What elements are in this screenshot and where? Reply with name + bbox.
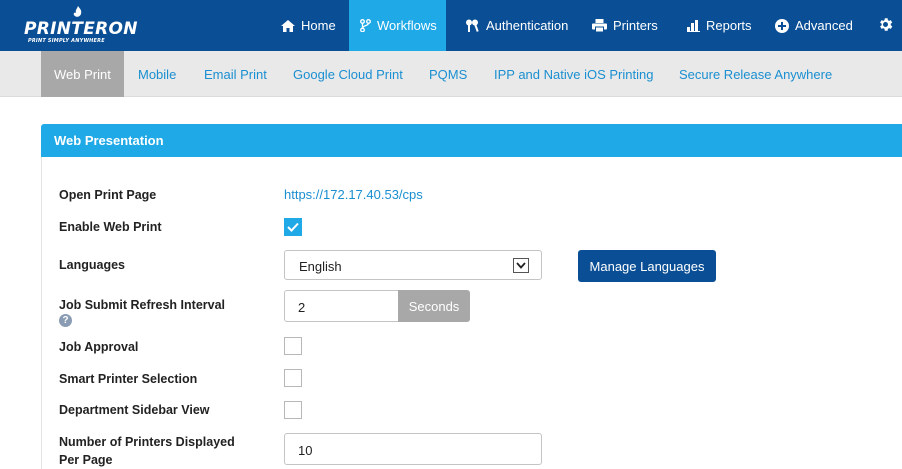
- languages-selected-value: English: [299, 259, 342, 274]
- nav-home-label: Home: [301, 18, 336, 33]
- languages-select[interactable]: English: [284, 250, 542, 280]
- job-approval-label: Job Approval: [59, 340, 139, 354]
- open-print-page-link[interactable]: https://172.17.40.53/cps: [284, 187, 423, 202]
- nav-workflows-label: Workflows: [377, 18, 437, 33]
- logo-tagline: PRINT SIMPLY ANYWHERE: [28, 38, 105, 44]
- subtab-ipp-native-ios[interactable]: IPP and Native iOS Printing: [494, 51, 653, 97]
- top-navigation-bar: PRINTERON PRINT SIMPLY ANYWHERE Home Wor…: [0, 0, 902, 51]
- smart-printer-selection-label: Smart Printer Selection: [59, 372, 198, 386]
- job-submit-refresh-input[interactable]: 2: [284, 290, 399, 322]
- gear-icon: [877, 16, 894, 36]
- nav-workflows[interactable]: Workflows: [349, 0, 446, 51]
- subtab-pqms[interactable]: PQMS: [429, 51, 467, 97]
- subtab-web-print[interactable]: Web Print: [41, 51, 124, 97]
- logo-wordmark: PRINTERON: [24, 19, 138, 39]
- seconds-addon: Seconds: [398, 290, 470, 322]
- nav-advanced[interactable]: Advanced: [775, 0, 853, 51]
- subtab-mobile[interactable]: Mobile: [138, 51, 176, 97]
- job-approval-checkbox[interactable]: [284, 337, 302, 355]
- web-presentation-panel-header: Web Presentation: [41, 124, 902, 157]
- printers-per-page-label-line1: Number of Printers Displayed: [59, 435, 235, 449]
- plus-circle-icon: [775, 18, 789, 33]
- home-icon: [281, 19, 295, 32]
- subtab-email-print[interactable]: Email Print: [204, 51, 267, 97]
- bar-chart-icon: [687, 19, 700, 32]
- nav-printers-label: Printers: [613, 18, 658, 33]
- printers-per-page-label-line2: Per Page: [59, 453, 113, 467]
- smart-printer-selection-checkbox[interactable]: [284, 369, 302, 387]
- workflow-subnav: Web Print Mobile Email Print Google Clou…: [0, 51, 902, 97]
- subtab-google-cloud-print[interactable]: Google Cloud Print: [293, 51, 403, 97]
- nav-authentication-label: Authentication: [486, 18, 569, 33]
- settings-gear-button[interactable]: [877, 0, 894, 51]
- workflow-branch-icon: [360, 19, 371, 32]
- enable-web-print-label: Enable Web Print: [59, 220, 162, 234]
- help-icon[interactable]: ?: [59, 314, 72, 327]
- nav-reports-label: Reports: [706, 18, 752, 33]
- nav-authentication[interactable]: Authentication: [465, 0, 568, 51]
- department-sidebar-view-label: Department Sidebar View: [59, 403, 210, 417]
- open-print-page-label: Open Print Page: [59, 188, 157, 202]
- job-submit-refresh-value: 2: [298, 300, 306, 315]
- printeron-logo[interactable]: PRINTERON PRINT SIMPLY ANYWHERE: [22, 6, 142, 46]
- keys-icon: [465, 19, 480, 32]
- department-sidebar-view-checkbox[interactable]: [284, 401, 302, 419]
- logo-flame-icon: [73, 6, 82, 17]
- printers-per-page-value: 10: [298, 443, 313, 458]
- job-submit-refresh-label: Job Submit Refresh Interval: [59, 298, 226, 312]
- printer-icon: [592, 19, 607, 32]
- nav-printers[interactable]: Printers: [592, 0, 658, 51]
- languages-label: Languages: [59, 258, 125, 272]
- enable-web-print-checkbox[interactable]: [284, 218, 302, 236]
- nav-advanced-label: Advanced: [795, 18, 853, 33]
- nav-reports[interactable]: Reports: [687, 0, 752, 51]
- nav-home[interactable]: Home: [281, 0, 336, 51]
- checkmark-icon: [287, 222, 299, 232]
- panel-title: Web Presentation: [54, 133, 164, 148]
- printers-per-page-input[interactable]: 10: [284, 433, 542, 465]
- subtab-secure-release-anywhere[interactable]: Secure Release Anywhere: [679, 51, 832, 97]
- chevron-down-icon: [513, 258, 529, 273]
- manage-languages-button[interactable]: Manage Languages: [578, 250, 716, 282]
